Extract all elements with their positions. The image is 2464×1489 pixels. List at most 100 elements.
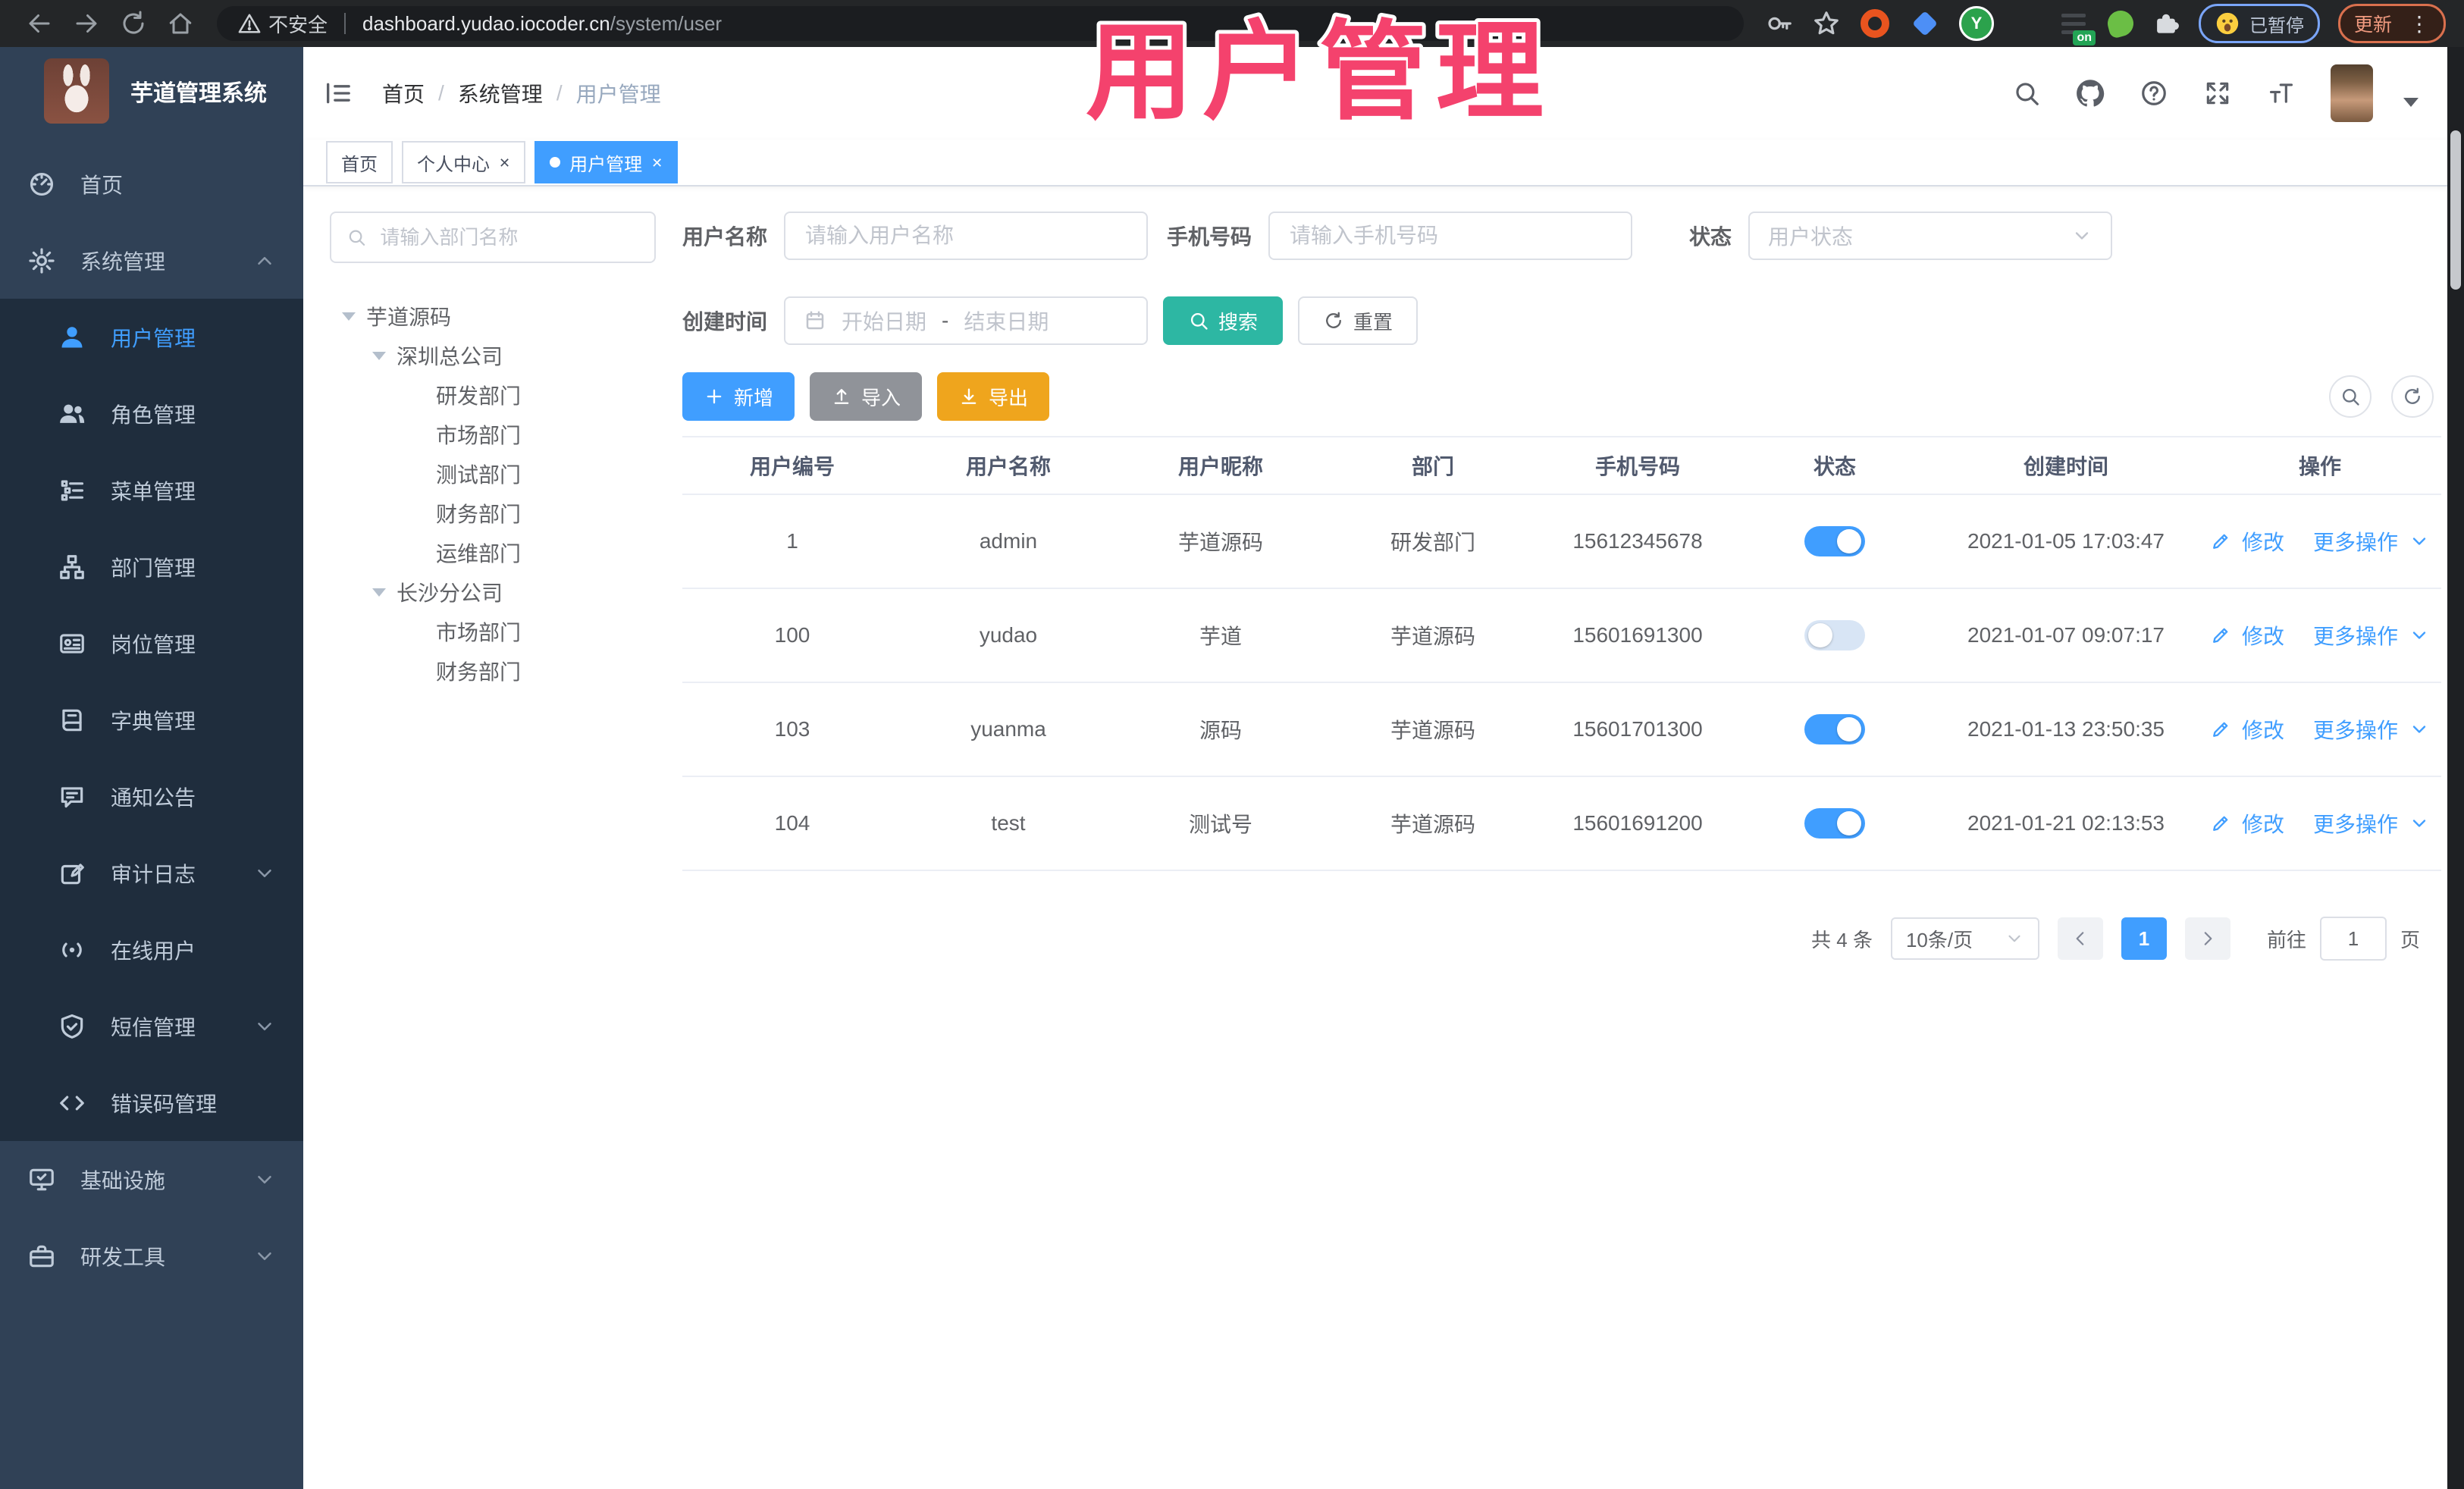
breadcrumb-separator: / [438, 81, 444, 105]
tree-node[interactable]: 芋道源码 [330, 296, 656, 336]
tree-caret-icon[interactable] [372, 588, 386, 597]
tree-node[interactable]: 财务部门 [330, 651, 656, 691]
sidebar-item-dev-tools[interactable]: 研发工具 [0, 1218, 303, 1294]
more-actions-link[interactable]: 更多操作 [2313, 714, 2398, 744]
tab-home[interactable]: 首页 [326, 141, 393, 183]
bookmark-star-icon[interactable] [1812, 9, 1841, 38]
extension-grid-icon[interactable] [2012, 10, 2039, 37]
home-icon[interactable] [167, 10, 194, 37]
sidebar-item-online-users[interactable]: 在线用户 [0, 911, 303, 988]
search-button[interactable]: 搜索 [1163, 296, 1284, 345]
more-actions-link[interactable]: 更多操作 [2313, 808, 2398, 839]
edit-pencil-icon[interactable] [2210, 813, 2231, 834]
page-size-select[interactable]: 10条/页 [1890, 917, 2039, 960]
status-toggle[interactable] [1804, 526, 1865, 556]
next-page-button[interactable] [2184, 917, 2230, 960]
sidebar-item-dict-mgmt[interactable]: 字典管理 [0, 682, 303, 758]
tree-node[interactable]: 测试部门 [330, 454, 656, 494]
refresh-table-button[interactable] [2391, 375, 2434, 418]
extensions-puzzle-icon[interactable] [2152, 9, 2180, 38]
username-input[interactable] [804, 223, 1129, 249]
goto-page-input[interactable] [2319, 917, 2387, 961]
status-select[interactable]: 用户状态 [1748, 212, 2113, 260]
status-toggle[interactable] [1804, 808, 1865, 839]
tree-node[interactable]: 运维部门 [330, 533, 656, 572]
edit-link[interactable]: 修改 [2242, 620, 2284, 650]
tree-caret-icon[interactable] [342, 312, 356, 321]
tab-profile[interactable]: 个人中心 [402, 141, 526, 183]
reload-icon[interactable] [120, 10, 147, 37]
sidebar-item-notice[interactable]: 通知公告 [0, 758, 303, 835]
fullscreen-icon[interactable] [2203, 79, 2232, 108]
edit-link[interactable]: 修改 [2242, 526, 2284, 556]
sidebar-item-audit-log[interactable]: 审计日志 [0, 835, 303, 911]
extension-gem-icon[interactable] [1909, 8, 1941, 39]
sidebar-fold-icon[interactable] [323, 78, 353, 108]
dept-search-input[interactable] [378, 224, 639, 250]
extension-green-y-icon[interactable] [1958, 6, 1994, 41]
scrollbar-thumb[interactable] [2450, 130, 2461, 290]
breadcrumb-home[interactable]: 首页 [382, 78, 425, 108]
sidebar-item-post-mgmt[interactable]: 岗位管理 [0, 605, 303, 682]
import-button[interactable]: 导入 [810, 372, 922, 421]
edit-link[interactable]: 修改 [2242, 714, 2284, 744]
profile-chip[interactable]: 已暂停 [2198, 4, 2320, 43]
status-toggle[interactable] [1804, 620, 1865, 650]
export-button[interactable]: 导出 [937, 372, 1049, 421]
tree-node[interactable]: 研发部门 [330, 375, 656, 415]
toggle-search-button[interactable] [2329, 375, 2372, 418]
extension-leaf-icon[interactable] [2105, 8, 2136, 39]
font-size-icon[interactable] [2267, 79, 2296, 108]
tree-node[interactable]: 财务部门 [330, 494, 656, 533]
tab-user-mgmt[interactable]: 用户管理 [534, 141, 679, 183]
user-avatar[interactable] [2331, 64, 2373, 122]
address-bar[interactable]: 不安全 dashboard.yudao.iocoder.cn/system/us… [217, 6, 1744, 41]
update-chip[interactable]: 更新 ⋮ [2337, 4, 2446, 43]
sidebar-item-infra[interactable]: 基础设施 [0, 1141, 303, 1218]
security-warning[interactable]: 不安全 [238, 10, 328, 38]
edit-pencil-icon[interactable] [2210, 531, 2231, 552]
add-button[interactable]: 新增 [682, 372, 795, 421]
chevron-down-icon[interactable] [2409, 813, 2430, 834]
breadcrumb-section[interactable]: 系统管理 [458, 78, 543, 108]
chevron-down-icon[interactable] [2409, 719, 2430, 740]
date-range-picker[interactable]: 开始日期 - 结束日期 [784, 296, 1149, 345]
extension-switchy-icon[interactable]: on [2058, 8, 2096, 45]
chevron-down-icon[interactable] [2409, 531, 2430, 552]
mobile-input[interactable] [1288, 223, 1613, 249]
edit-pencil-icon[interactable] [2210, 625, 2231, 646]
page-number-1[interactable]: 1 [2121, 917, 2167, 960]
forward-icon[interactable] [73, 10, 100, 37]
sidebar-item-system[interactable]: 系统管理 [0, 222, 303, 299]
tree-caret-icon[interactable] [372, 351, 386, 360]
more-actions-link[interactable]: 更多操作 [2313, 620, 2398, 650]
back-icon[interactable] [26, 10, 53, 37]
edit-link[interactable]: 修改 [2242, 808, 2284, 839]
password-key-icon[interactable] [1765, 9, 1794, 38]
extension-ubuntu-icon[interactable] [1859, 8, 1891, 39]
more-actions-link[interactable]: 更多操作 [2313, 526, 2398, 556]
sidebar-item-user-mgmt[interactable]: 用户管理 [0, 299, 303, 375]
tree-node[interactable]: 市场部门 [330, 415, 656, 454]
reset-button[interactable]: 重置 [1298, 296, 1419, 345]
prev-page-button[interactable] [2057, 917, 2103, 960]
sidebar-item-error-code[interactable]: 错误码管理 [0, 1064, 303, 1141]
sidebar-item-home[interactable]: 首页 [0, 146, 303, 222]
edit-pencil-icon[interactable] [2210, 719, 2231, 740]
sidebar-item-menu-mgmt[interactable]: 菜单管理 [0, 452, 303, 528]
avatar-caret-icon[interactable] [2403, 98, 2419, 107]
close-icon[interactable] [499, 153, 510, 171]
search-icon[interactable] [2012, 79, 2041, 108]
help-icon[interactable] [2140, 79, 2168, 108]
tree-node[interactable]: 长沙分公司 [330, 572, 656, 612]
status-toggle[interactable] [1804, 714, 1865, 744]
tree-node[interactable]: 深圳总公司 [330, 336, 656, 375]
sidebar-item-dept-mgmt[interactable]: 部门管理 [0, 528, 303, 605]
close-icon[interactable] [651, 153, 663, 171]
chevron-down-icon[interactable] [2409, 625, 2430, 646]
sidebar-item-sms-mgmt[interactable]: 短信管理 [0, 988, 303, 1064]
browser-menu-icon[interactable]: ⋮ [2409, 11, 2430, 36]
sidebar-item-role-mgmt[interactable]: 角色管理 [0, 375, 303, 452]
tree-node[interactable]: 市场部门 [330, 612, 656, 651]
github-icon[interactable] [2076, 79, 2105, 108]
